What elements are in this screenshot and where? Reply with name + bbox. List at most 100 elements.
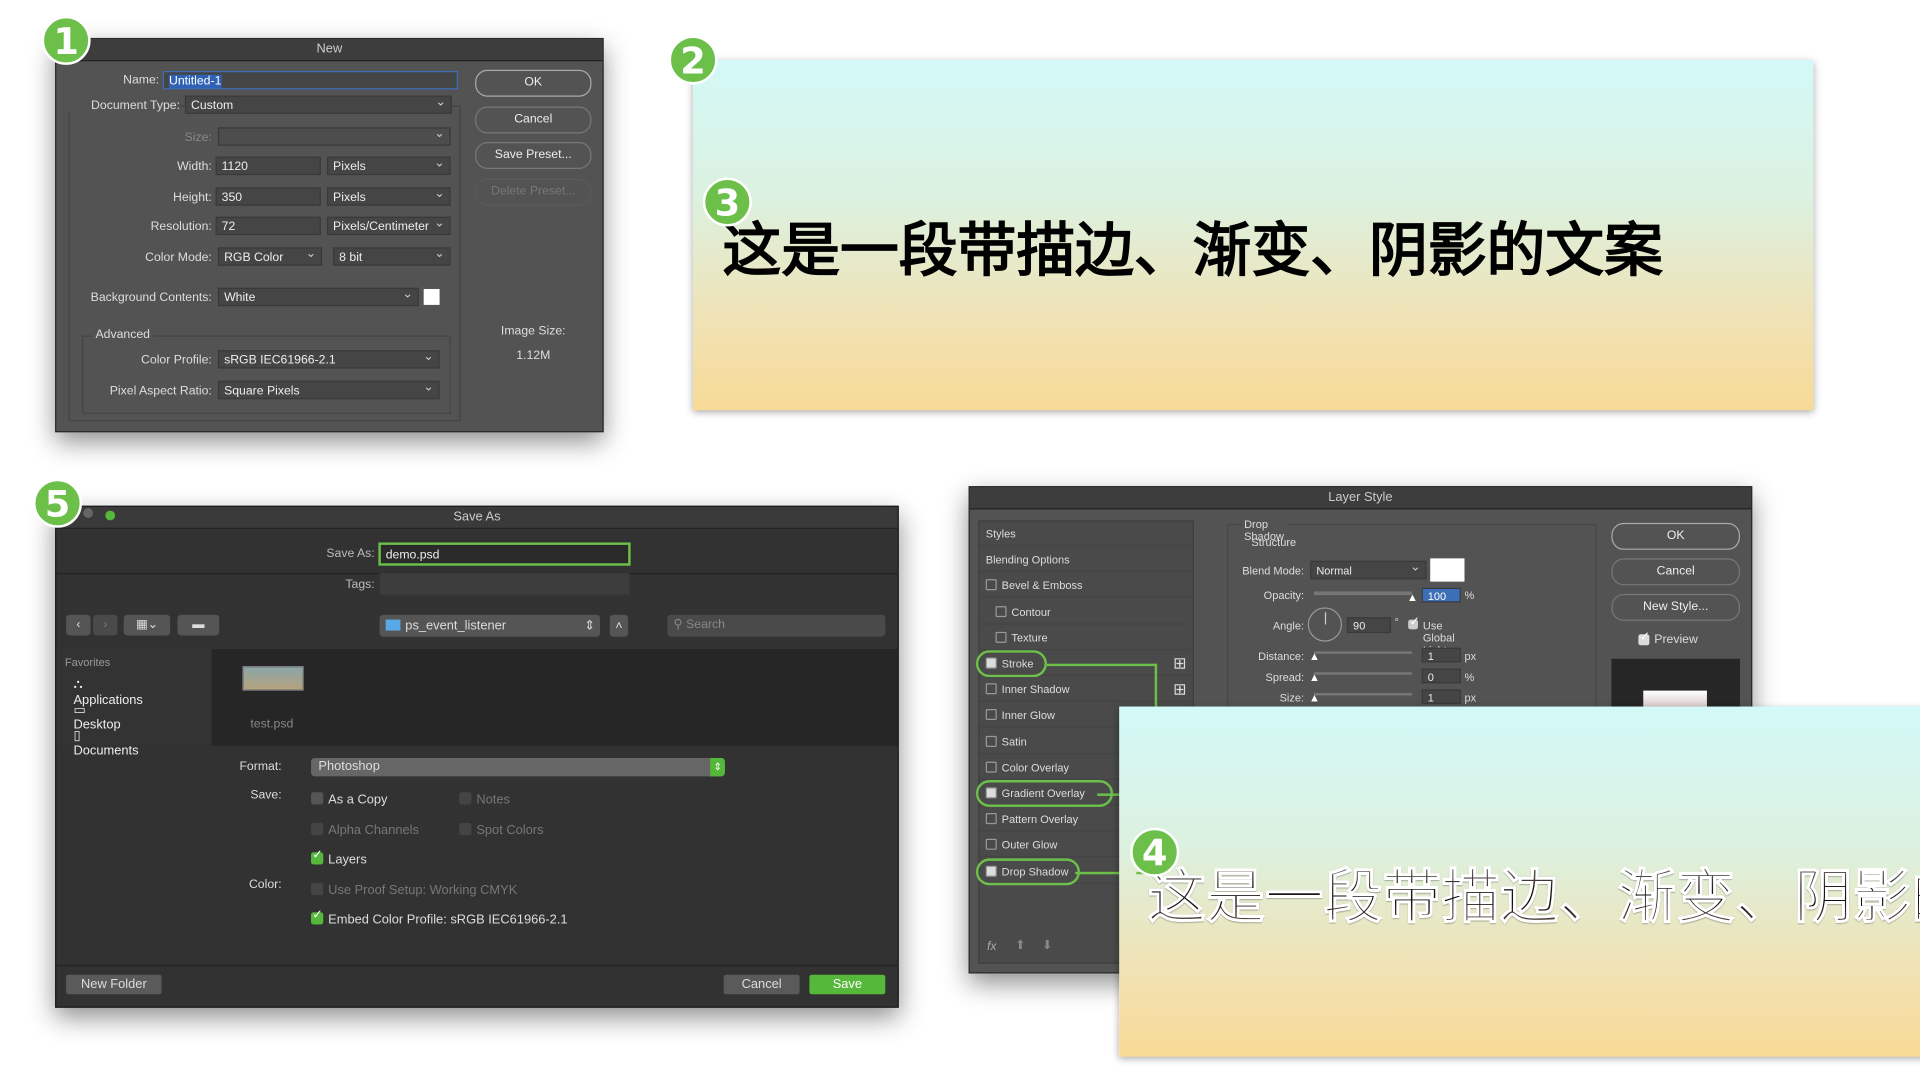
color-mode-select[interactable]: RGB Color xyxy=(217,245,323,266)
embed-profile-checkbox[interactable] xyxy=(311,909,324,925)
style-item-label: Gradient Overlay xyxy=(1001,787,1085,800)
style-item-inner-shadow[interactable]: Inner Shadow ⊞ xyxy=(979,677,1191,702)
slider-thumb[interactable]: ▲ xyxy=(1309,671,1320,683)
location-select[interactable]: ps_event_listener ⇕ xyxy=(379,614,601,637)
add-icon[interactable]: ⊞ xyxy=(1173,651,1186,675)
add-icon[interactable]: ⊞ xyxy=(1173,677,1186,701)
image-size-value: 1.12M xyxy=(516,348,551,363)
layers-checkbox[interactable] xyxy=(311,849,324,865)
updown-icon: ⇕ xyxy=(584,618,596,634)
proof-setup-checkbox xyxy=(311,882,324,896)
save-options-label: Save: xyxy=(250,788,282,803)
cancel-button[interactable]: Cancel xyxy=(475,106,592,134)
ok-button[interactable]: OK xyxy=(475,69,592,97)
color-profile-select[interactable]: sRGB IEC61966-2.1 xyxy=(217,348,440,369)
preview-checkbox[interactable] xyxy=(1638,631,1650,646)
style-item-styles[interactable]: Styles xyxy=(979,521,1191,547)
cancel-button[interactable]: Cancel xyxy=(1611,558,1741,586)
angle-input[interactable]: 90 xyxy=(1346,617,1392,634)
bg-contents-select[interactable]: White xyxy=(217,285,419,307)
distance-input[interactable]: 1 xyxy=(1421,647,1461,663)
slider-thumb[interactable]: ▲ xyxy=(1407,591,1418,603)
style-item-texture[interactable]: Texture xyxy=(979,625,1191,650)
forward-button[interactable]: › xyxy=(93,614,118,636)
chevron-right-icon: › xyxy=(103,618,108,632)
fx-button[interactable]: fx xyxy=(987,940,997,953)
step-badge-2: 2 xyxy=(668,35,718,85)
name-input[interactable]: Untitled-1 xyxy=(162,71,458,90)
chevron-left-icon: ‹ xyxy=(76,618,81,632)
as-copy-checkbox[interactable] xyxy=(311,792,324,805)
resolution-unit-select[interactable]: Pixels/Centimeter xyxy=(326,214,451,236)
new-folder-button[interactable]: New Folder xyxy=(66,974,162,995)
spread-slider[interactable]: ▲ xyxy=(1309,671,1412,683)
size-input[interactable]: 1 xyxy=(1421,689,1461,705)
style-checkbox[interactable] xyxy=(985,709,997,721)
new-folder-icon-button[interactable]: ▬ xyxy=(177,614,220,636)
style-checkbox[interactable] xyxy=(985,735,997,747)
height-input[interactable]: 350 xyxy=(215,187,321,206)
search-input[interactable]: ⚲ Search xyxy=(667,614,886,637)
structure-label: Structure xyxy=(1251,536,1297,549)
opacity-input[interactable]: 100 xyxy=(1421,587,1461,603)
zoom-window-button[interactable] xyxy=(105,510,116,521)
pixel-aspect-select[interactable]: Square Pixels xyxy=(217,378,440,400)
style-checkbox[interactable] xyxy=(985,839,997,851)
applications-icon: ⛬ xyxy=(73,677,83,692)
style-checkbox[interactable] xyxy=(995,631,1007,643)
bg-color-swatch[interactable] xyxy=(423,288,440,305)
save-button[interactable]: Save xyxy=(809,974,886,995)
cancel-button[interactable]: Cancel xyxy=(723,974,800,995)
style-checkbox[interactable] xyxy=(985,813,997,825)
bit-depth-select[interactable]: 8 bit xyxy=(333,245,451,266)
move-down-icon[interactable]: ⬇ xyxy=(1042,939,1052,952)
global-light-checkbox[interactable] xyxy=(1408,616,1420,630)
expand-button[interactable]: ˄ xyxy=(609,614,629,637)
distance-slider[interactable]: ▲ xyxy=(1309,650,1412,662)
name-value: Untitled-1 xyxy=(168,74,222,89)
size-label: Size: xyxy=(1279,691,1305,705)
opacity-slider[interactable]: ▲ xyxy=(1313,591,1418,604)
style-checkbox[interactable] xyxy=(985,865,997,877)
style-checkbox[interactable] xyxy=(985,683,997,695)
style-checkbox[interactable] xyxy=(985,579,997,591)
format-select[interactable]: Photoshop ⇕ xyxy=(311,757,725,777)
style-item-label: Contour xyxy=(1011,605,1051,618)
ok-button[interactable]: OK xyxy=(1611,522,1741,550)
text-preview-banner: 这是一段带描边、渐变、阴影的文案 xyxy=(693,60,1814,411)
style-item-contour[interactable]: Contour xyxy=(979,599,1191,624)
dialog-title: Save As xyxy=(56,506,898,529)
angle-dial[interactable] xyxy=(1307,607,1343,642)
move-up-icon[interactable]: ⬆ xyxy=(1015,939,1025,952)
save-preset-button[interactable]: Save Preset... xyxy=(475,142,592,169)
style-item-label: Drop Shadow xyxy=(1001,865,1069,878)
back-button[interactable]: ‹ xyxy=(66,614,91,636)
width-unit-select[interactable]: Pixels xyxy=(326,154,451,176)
window-button[interactable] xyxy=(83,508,94,518)
slider-thumb[interactable]: ▲ xyxy=(1309,650,1320,662)
save-as-input[interactable]: demo.psd xyxy=(378,542,631,566)
sidebar-item-documents[interactable]: ▯ Documents xyxy=(73,729,138,758)
resolution-input[interactable]: 72 xyxy=(215,216,321,236)
view-options-button[interactable]: ▦⌄ xyxy=(123,614,171,636)
proof-setup-label: Use Proof Setup: Working CMYK xyxy=(328,882,518,898)
advanced-group xyxy=(82,335,451,414)
spread-input[interactable]: 0 xyxy=(1421,668,1461,684)
style-item-blending-options[interactable]: Blending Options xyxy=(979,547,1191,573)
style-checkbox[interactable] xyxy=(985,761,997,773)
new-style-button[interactable]: New Style... xyxy=(1611,593,1741,621)
style-checkbox[interactable] xyxy=(985,657,997,669)
doc-type-select[interactable]: Custom xyxy=(184,93,452,114)
color-mode-label: Color Mode: xyxy=(145,251,212,265)
slider-thumb[interactable]: ▲ xyxy=(1309,692,1320,704)
style-item-bevel-emboss[interactable]: Bevel & Emboss xyxy=(979,573,1191,599)
height-unit-select[interactable]: Pixels xyxy=(326,185,451,206)
size-slider[interactable]: ▲ xyxy=(1309,692,1412,704)
shadow-color-swatch[interactable] xyxy=(1430,558,1465,582)
file-thumbnail[interactable] xyxy=(242,666,304,691)
tags-input[interactable] xyxy=(379,573,630,596)
blend-mode-select[interactable]: Normal xyxy=(1310,558,1427,580)
width-input[interactable]: 1120 xyxy=(215,156,321,176)
style-checkbox[interactable] xyxy=(985,787,997,799)
style-checkbox[interactable] xyxy=(995,605,1007,617)
